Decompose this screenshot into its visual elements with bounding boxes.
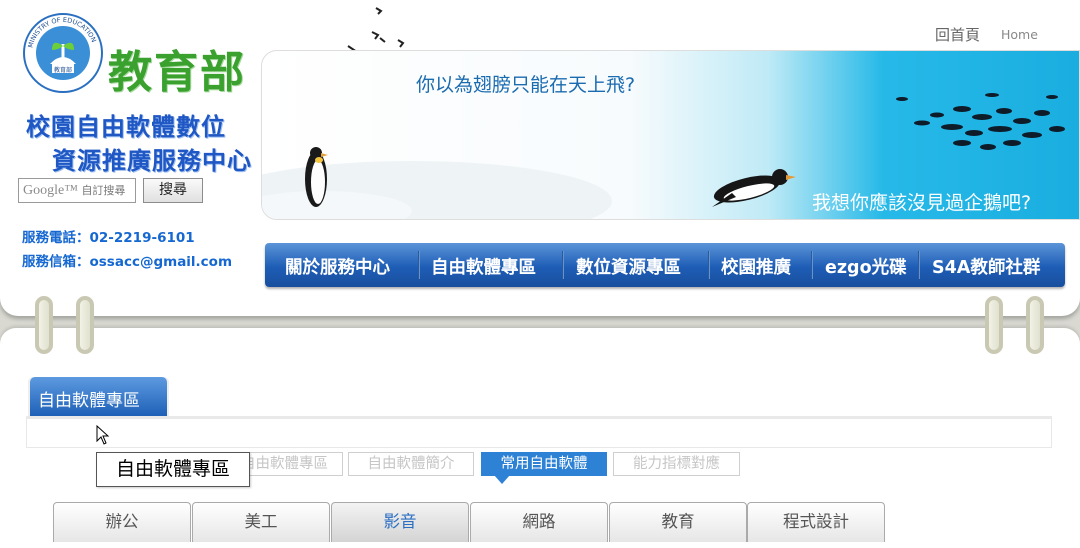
contact-email[interactable]: 服務信箱：ossacc@gmail.com	[22, 250, 232, 270]
home-link-en[interactable]: Home	[1001, 27, 1038, 42]
binder-ring-icon	[1026, 296, 1044, 354]
banner-answer: 我想你應該沒見過企鵝吧?	[812, 192, 1032, 214]
logo-inner-text: 教育部	[54, 66, 72, 74]
center-name-line1: 校園自由軟體數位	[26, 112, 226, 141]
nav-item-campus-promotion[interactable]: 校園推廣	[721, 254, 791, 279]
category-tab-network[interactable]: 網路	[470, 502, 608, 542]
category-tab-media[interactable]: 影音	[331, 502, 469, 542]
nav-separator	[708, 251, 710, 279]
ministry-logo[interactable]: 教育部 MINISTRY OF EDUCATION	[22, 12, 104, 94]
nav-item-digital-resources[interactable]: 數位資源專區	[576, 254, 681, 279]
google-logo-text: Google™	[23, 183, 78, 198]
section-tab-label: 自由軟體專區	[38, 391, 140, 411]
search-button[interactable]: 搜尋	[143, 178, 203, 203]
nav-item-s4a[interactable]: S4A教師社群	[932, 254, 1040, 279]
ministry-name: 教育部	[108, 47, 246, 98]
section-tab[interactable]: 自由軟體專區	[30, 377, 167, 417]
binder-ring-icon	[76, 296, 94, 354]
nav-separator	[811, 251, 813, 279]
banner-question: 你以為翅膀只能在天上飛?	[416, 74, 636, 96]
category-tab-art[interactable]: 美工	[192, 502, 330, 542]
home-link-zh[interactable]: 回首頁	[935, 24, 980, 45]
search-input[interactable]: Google™ 自訂搜尋	[18, 178, 136, 203]
binder-ring-icon	[985, 296, 1003, 354]
category-tab-programming[interactable]: 程式設計	[747, 502, 885, 542]
nav-item-free-software[interactable]: 自由軟體專區	[431, 254, 536, 279]
section-bar	[26, 416, 1052, 448]
center-name-line2: 資源推廣服務中心	[52, 146, 252, 175]
search-placeholder: 自訂搜尋	[81, 184, 126, 197]
nav-item-about[interactable]: 關於服務中心	[285, 254, 390, 279]
nav-separator	[918, 251, 920, 279]
subtab-common-software[interactable]: 常用自由軟體	[481, 452, 607, 476]
nav-item-ezgo[interactable]: ezgo光碟	[825, 254, 907, 279]
active-subtab-pointer-icon	[494, 475, 510, 484]
main-nav: 關於服務中心 自由軟體專區 數位資源專區 校園推廣 ezgo光碟 S4A教師社群	[265, 243, 1065, 287]
contact-phone: 服務電話：02-2219-6101	[22, 230, 195, 246]
nav-separator	[418, 251, 420, 279]
category-tab-office[interactable]: 辦公	[53, 502, 191, 542]
subtab-competency-mapping[interactable]: 能力指標對應	[613, 452, 740, 476]
binder-ring-icon	[35, 296, 53, 354]
subtab-introduction[interactable]: 自由軟體簡介	[348, 452, 474, 476]
tooltip: 自由軟體專區	[96, 452, 250, 487]
mouse-cursor-icon	[96, 425, 110, 445]
category-tab-education[interactable]: 教育	[609, 502, 747, 542]
nav-separator	[562, 251, 564, 279]
